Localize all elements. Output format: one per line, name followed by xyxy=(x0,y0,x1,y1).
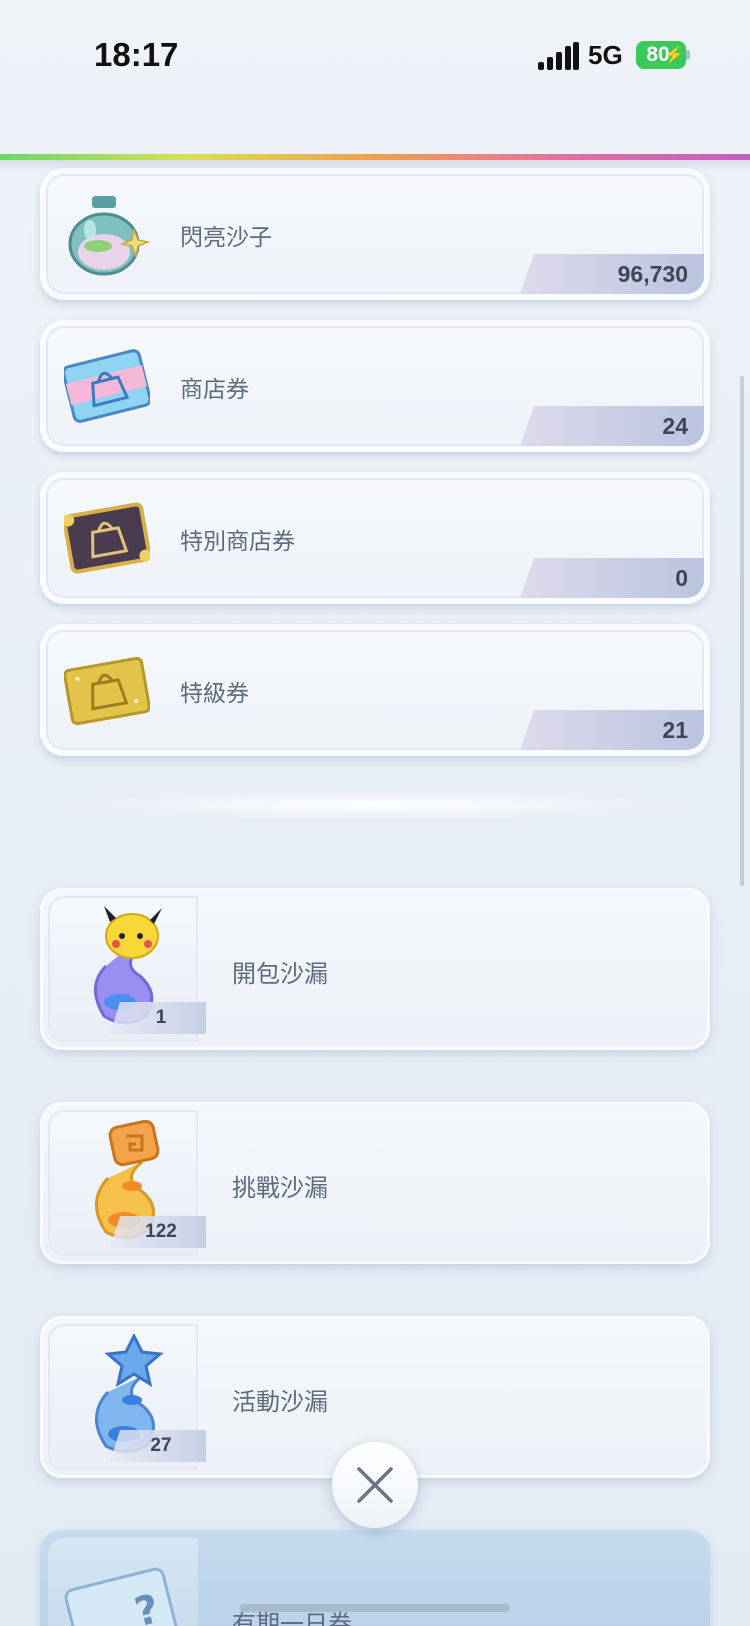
hourglass-label: 活動沙漏 xyxy=(232,1388,328,1416)
home-indicator[interactable] xyxy=(240,1604,510,1612)
special-shop-ticket-icon xyxy=(64,502,150,574)
currency-label: 特級券 xyxy=(180,681,249,707)
hourglass-label: 挑戰沙漏 xyxy=(232,1174,328,1202)
network-label: 5G xyxy=(588,40,623,70)
hourglass-count: 122 xyxy=(110,1216,206,1248)
hourglass-thumbnail: 27 xyxy=(48,1324,206,1470)
hourglass-label: 開包沙漏 xyxy=(232,960,328,988)
battery-icon: 80 ⚡ xyxy=(636,41,686,69)
status-bar: 18:17 5G 80 ⚡ xyxy=(0,0,750,110)
currency-label: 閃亮沙子 xyxy=(180,225,272,251)
shop-ticket-icon xyxy=(64,349,150,423)
currency-card-special-shop-ticket[interactable]: 特別商店券 0 xyxy=(40,472,710,604)
section-divider xyxy=(60,790,690,820)
currency-value: 96,730 xyxy=(520,254,704,294)
currency-value: 0 xyxy=(520,558,704,598)
ticket-thumbnail: ? xyxy=(48,1538,198,1626)
ticket-icon: ? xyxy=(64,1567,179,1626)
hourglass-card-challenge[interactable]: 122 挑戰沙漏 xyxy=(40,1102,710,1264)
hourglass-card-pack[interactable]: 1 開包沙漏 xyxy=(40,888,710,1050)
currency-card-shop-ticket[interactable]: 商店券 24 xyxy=(40,320,710,452)
close-icon xyxy=(357,1467,393,1503)
hourglass-thumbnail: 122 xyxy=(48,1110,206,1256)
shiny-sand-bottle-icon xyxy=(68,196,150,276)
hourglass-count: 27 xyxy=(110,1430,206,1462)
currency-card-premium-ticket[interactable]: 特級券 21 xyxy=(40,624,710,756)
signal-icon xyxy=(538,42,579,70)
currency-label: 特別商店券 xyxy=(180,529,295,555)
scrollbar[interactable] xyxy=(740,376,744,886)
close-button[interactable] xyxy=(332,1442,418,1528)
currency-label: 商店券 xyxy=(180,377,249,403)
currency-value: 24 xyxy=(520,406,704,446)
premium-ticket-icon xyxy=(64,656,150,726)
status-time: 18:17 xyxy=(94,36,179,73)
hourglass-thumbnail: 1 xyxy=(48,896,206,1042)
currency-card-shiny-sand[interactable]: 閃亮沙子 96,730 xyxy=(40,168,710,300)
currency-value: 21 xyxy=(520,710,704,750)
battery-cap xyxy=(686,50,690,60)
hourglass-count: 1 xyxy=(110,1002,206,1034)
